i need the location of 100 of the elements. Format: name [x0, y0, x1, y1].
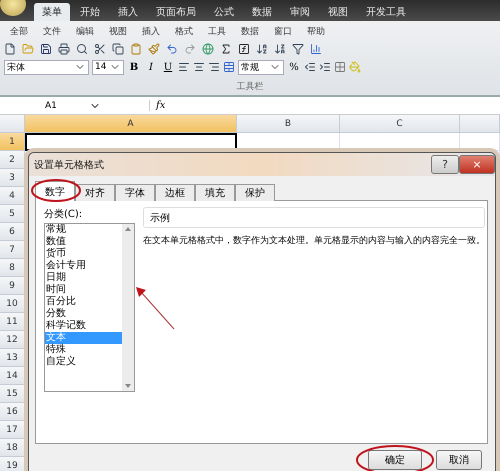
font-size-field[interactable]: 14 [92, 60, 124, 74]
row-header[interactable]: 12 [0, 331, 25, 349]
sort-descending-icon[interactable] [274, 43, 286, 55]
clipboard-icon[interactable] [130, 43, 142, 55]
column-header[interactable]: C [340, 115, 460, 133]
ribbon-tab[interactable]: 公式 [206, 3, 242, 21]
row-header[interactable]: 5 [0, 205, 25, 223]
row-header[interactable]: 3 [0, 169, 25, 187]
function-button[interactable]: fx [149, 100, 166, 111]
menu-item[interactable]: 插入 [136, 24, 166, 38]
category-item[interactable]: 常规 [45, 224, 122, 236]
number-format-field[interactable]: 常规 [238, 60, 284, 74]
percent-button[interactable]: % [287, 62, 301, 72]
chart-icon[interactable] [310, 43, 322, 55]
paintbrush-icon[interactable] [148, 43, 160, 55]
menu-item[interactable]: 帮助 [301, 24, 331, 38]
scroll-up-icon[interactable] [125, 227, 131, 231]
row-header[interactable]: 17 [0, 421, 25, 439]
scrollbar[interactable] [122, 224, 134, 391]
category-item[interactable]: 时间 [45, 284, 122, 296]
align-right-icon[interactable] [208, 61, 220, 73]
menu-item[interactable]: 格式 [169, 24, 199, 38]
menu-item[interactable]: 编辑 [70, 24, 100, 38]
globe-icon[interactable] [202, 43, 214, 55]
category-item[interactable]: 特殊 [45, 344, 122, 356]
function-icon[interactable] [238, 43, 250, 55]
scissors-icon[interactable] [94, 43, 106, 55]
row-header[interactable]: 10 [0, 295, 25, 313]
menu-item[interactable]: 工具 [202, 24, 232, 38]
copy-icon[interactable] [112, 43, 124, 55]
category-item[interactable]: 日期 [45, 272, 122, 284]
ribbon-tab[interactable]: 开发工具 [358, 3, 414, 21]
category-item[interactable]: 货币 [45, 248, 122, 260]
column-header[interactable]: B [237, 115, 340, 133]
row-header[interactable]: 19 [0, 457, 25, 471]
row-header[interactable]: 14 [0, 367, 25, 385]
align-center-icon[interactable] [193, 61, 205, 73]
ok-button[interactable]: 确定 [368, 450, 422, 470]
sigma-icon[interactable] [220, 43, 232, 55]
fill-color-icon[interactable] [349, 61, 361, 73]
menu-item[interactable]: 文件 [37, 24, 67, 38]
row-header[interactable]: 8 [0, 259, 25, 277]
row-header[interactable]: 15 [0, 385, 25, 403]
underline-button[interactable]: U [161, 62, 175, 72]
ribbon-tab[interactable]: 审阅 [282, 3, 318, 21]
cancel-button[interactable]: 取消 [436, 450, 482, 470]
font-field[interactable]: 宋体 [4, 60, 89, 74]
dialog-tab[interactable]: 保护 [235, 184, 275, 201]
merge-cells-icon[interactable] [223, 61, 235, 73]
row-header[interactable]: 4 [0, 187, 25, 205]
close-button[interactable]: × [459, 155, 495, 174]
menu-item[interactable]: 数据 [235, 24, 265, 38]
row-header[interactable]: 6 [0, 223, 25, 241]
dialog-tab[interactable]: 边框 [155, 184, 195, 201]
menu-item[interactable]: 全部 [4, 24, 34, 38]
indent-increase-icon[interactable] [319, 61, 331, 73]
ribbon-tab[interactable]: 页面布局 [148, 3, 204, 21]
group-label: 工具栏 [236, 80, 264, 93]
help-button[interactable]: ? [431, 155, 459, 174]
row-header[interactable]: 11 [0, 313, 25, 331]
category-item[interactable]: 科学记数 [45, 320, 122, 332]
ribbon-tab[interactable]: 数据 [244, 3, 280, 21]
bold-button[interactable]: B [127, 62, 141, 72]
dialog-tab[interactable]: 字体 [115, 184, 155, 201]
dialog-tab[interactable]: 填充 [195, 184, 235, 201]
row-header[interactable]: 13 [0, 349, 25, 367]
category-item[interactable]: 会计专用 [45, 260, 122, 272]
menu-item[interactable]: 视图 [103, 24, 133, 38]
category-item[interactable]: 百分比 [45, 296, 122, 308]
row-header[interactable]: 2 [0, 151, 25, 169]
row-header[interactable]: 16 [0, 403, 25, 421]
dialog-tab[interactable]: 对齐 [75, 184, 115, 201]
ribbon-tab[interactable]: 插入 [110, 3, 146, 21]
column-header[interactable]: A [25, 115, 237, 133]
italic-button[interactable]: I [144, 62, 158, 72]
category-item[interactable]: 自定义 [45, 356, 122, 368]
row-header[interactable]: 9 [0, 277, 25, 295]
category-item[interactable]: 数值 [45, 236, 122, 248]
align-left-icon[interactable] [178, 61, 190, 73]
scroll-down-icon[interactable] [125, 384, 131, 388]
row-header[interactable]: 1 [0, 133, 25, 151]
ribbon-tab[interactable]: 菜单 [34, 3, 70, 21]
sort-ascending-icon[interactable] [256, 43, 268, 55]
borders-icon[interactable] [334, 61, 346, 73]
row-header[interactable]: 7 [0, 241, 25, 259]
name-box[interactable]: A1 [0, 98, 105, 112]
indent-decrease-icon[interactable] [304, 61, 316, 73]
magnifier-icon[interactable] [76, 43, 88, 55]
printer-icon[interactable] [58, 43, 70, 55]
new-file-icon[interactable] [4, 43, 16, 55]
save-icon[interactable] [40, 43, 52, 55]
filter-icon[interactable] [292, 43, 304, 55]
category-item[interactable]: 分数 [45, 308, 122, 320]
category-list[interactable]: 常规 数值 货币 会计专用 日期 时间 百分比 分数 科学记数 文本 特殊 自定义 [44, 223, 135, 392]
menu-item[interactable]: 窗口 [268, 24, 298, 38]
ribbon-tab[interactable]: 开始 [72, 3, 108, 21]
redo-icon[interactable] [184, 43, 196, 55]
ribbon-tab[interactable]: 视图 [320, 3, 356, 21]
undo-icon[interactable] [166, 43, 178, 55]
row-header[interactable]: 18 [0, 439, 25, 457]
